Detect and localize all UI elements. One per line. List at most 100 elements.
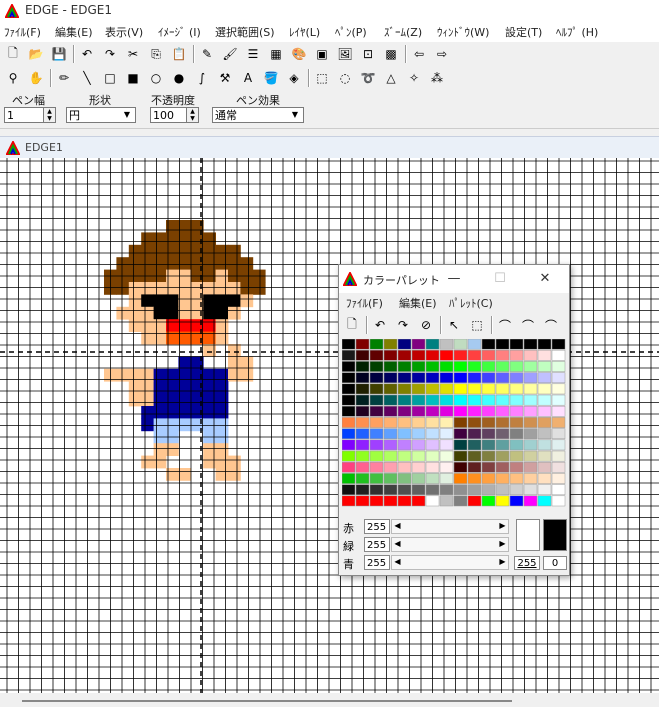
color-swatch[interactable] <box>369 473 384 484</box>
rgb-slider[interactable] <box>391 537 509 552</box>
color-swatch[interactable] <box>495 339 510 350</box>
opacity-input[interactable]: 100 <box>150 107 188 123</box>
menu-item-10[interactable]: ﾍﾙﾌﾟ (H) <box>556 24 598 40</box>
color-swatch[interactable] <box>439 349 454 361</box>
paste-icon[interactable]: 📋 <box>169 45 189 63</box>
color-swatch[interactable] <box>467 405 482 417</box>
color-swatch[interactable] <box>369 372 384 384</box>
color-swatch[interactable] <box>481 473 496 484</box>
undo-icon[interactable]: ↶ <box>370 316 390 334</box>
color-swatch[interactable] <box>383 473 398 484</box>
color-swatch[interactable] <box>523 473 538 484</box>
color-swatch[interactable] <box>369 484 384 496</box>
color-swatch[interactable] <box>425 450 440 462</box>
color-swatch[interactable] <box>369 439 384 451</box>
color-swatch[interactable] <box>453 439 468 451</box>
magic-select-icon[interactable]: ✧ <box>404 69 424 87</box>
select-icon[interactable]: ⬚ <box>467 316 487 334</box>
color-swatch[interactable] <box>495 349 510 361</box>
color-swatch[interactable] <box>439 439 454 451</box>
color-swatch[interactable] <box>355 439 370 451</box>
menu-item-6[interactable]: ﾍﾟﾝ(P) <box>335 24 367 40</box>
color-swatch[interactable] <box>509 361 524 372</box>
color-swatch[interactable] <box>439 361 454 372</box>
color-swatch[interactable] <box>467 361 482 372</box>
color-swatch[interactable] <box>551 372 566 384</box>
rgb-slider[interactable] <box>391 519 509 534</box>
color-swatch[interactable] <box>397 495 412 507</box>
color-swatch[interactable] <box>495 428 510 440</box>
color-swatch[interactable] <box>523 461 538 473</box>
color-swatch[interactable] <box>481 339 496 350</box>
color-swatch[interactable] <box>342 349 356 361</box>
color-swatch[interactable] <box>523 372 538 384</box>
color-swatch[interactable] <box>383 417 398 428</box>
arrow-left-icon[interactable]: ◀ <box>392 520 403 532</box>
color-swatch[interactable] <box>523 361 538 372</box>
color-swatch[interactable] <box>467 428 482 440</box>
color-swatch[interactable] <box>537 405 552 417</box>
color-swatch[interactable] <box>495 372 510 384</box>
color-swatch[interactable] <box>397 428 412 440</box>
color-swatch[interactable] <box>495 461 510 473</box>
color-swatch[interactable] <box>439 484 454 496</box>
menu-item-2[interactable]: 表示(V) <box>105 24 143 40</box>
color-swatch[interactable] <box>551 473 566 484</box>
color-swatch[interactable] <box>551 339 566 350</box>
color-swatch[interactable] <box>369 405 384 417</box>
color-swatch[interactable] <box>523 405 538 417</box>
color-swatch[interactable] <box>383 484 398 496</box>
menu-item-5[interactable]: ﾚｲﾔ(L) <box>289 24 320 40</box>
color-swatch[interactable] <box>523 495 538 507</box>
color-swatch[interactable] <box>342 394 356 406</box>
arrow-right-icon[interactable]: ▶ <box>497 556 508 568</box>
arrow-left-icon[interactable]: ◀ <box>392 556 403 568</box>
rgb-value-input[interactable]: 255 <box>364 537 390 552</box>
color-swatch[interactable] <box>397 484 412 496</box>
color-swatch[interactable] <box>439 417 454 428</box>
color-swatch[interactable] <box>509 417 524 428</box>
rect-select-icon[interactable]: ⬚ <box>312 69 332 87</box>
color-swatch[interactable] <box>369 339 384 350</box>
pencil-icon[interactable]: ✏ <box>54 69 74 87</box>
color-swatch[interactable] <box>355 383 370 395</box>
palette-menu-item-1[interactable]: 編集(E) <box>399 295 437 311</box>
rect-icon[interactable]: □ <box>100 69 120 87</box>
color-swatch[interactable] <box>397 372 412 384</box>
color-swatch[interactable] <box>425 495 440 507</box>
color-swatch[interactable] <box>342 339 356 350</box>
color-swatch[interactable] <box>411 383 426 395</box>
color-swatch[interactable] <box>369 361 384 372</box>
color-swatch[interactable] <box>481 484 496 496</box>
color-swatch[interactable] <box>453 361 468 372</box>
color-swatch[interactable] <box>467 484 482 496</box>
color-swatch[interactable] <box>397 349 412 361</box>
color-swatch[interactable] <box>523 349 538 361</box>
pen-width-spinner[interactable]: ▲ ▼ <box>43 107 56 123</box>
rgb-value-input[interactable]: 255 <box>364 519 390 534</box>
opacity-spinner[interactable]: ▲ ▼ <box>186 107 199 123</box>
color-swatch[interactable] <box>411 439 426 451</box>
color-swatch[interactable] <box>425 428 440 440</box>
color-swatch[interactable] <box>355 461 370 473</box>
color-swatch[interactable] <box>383 450 398 462</box>
pen-width-input[interactable]: 1 <box>4 107 44 123</box>
grid-icon[interactable]: ▩ <box>381 45 401 63</box>
color-swatch[interactable] <box>509 484 524 496</box>
color-picker-icon[interactable]: ◈ <box>284 69 304 87</box>
color-swatch[interactable] <box>383 461 398 473</box>
color-swatch[interactable] <box>537 473 552 484</box>
color-swatch[interactable] <box>425 361 440 372</box>
text-icon[interactable]: A <box>238 69 258 87</box>
color-swatch[interactable] <box>495 417 510 428</box>
color-swatch[interactable] <box>397 361 412 372</box>
color-swatch[interactable] <box>411 428 426 440</box>
color-swatch[interactable] <box>355 417 370 428</box>
color-swatch[interactable] <box>481 372 496 384</box>
palette-menu-item-2[interactable]: ﾊﾟﾚｯﾄ(C) <box>449 295 493 311</box>
color-swatch[interactable] <box>355 349 370 361</box>
color-swatch[interactable] <box>551 450 566 462</box>
color-swatch[interactable] <box>369 394 384 406</box>
color-swatch[interactable] <box>425 394 440 406</box>
maximize-icon[interactable]: ☐ <box>488 269 512 289</box>
